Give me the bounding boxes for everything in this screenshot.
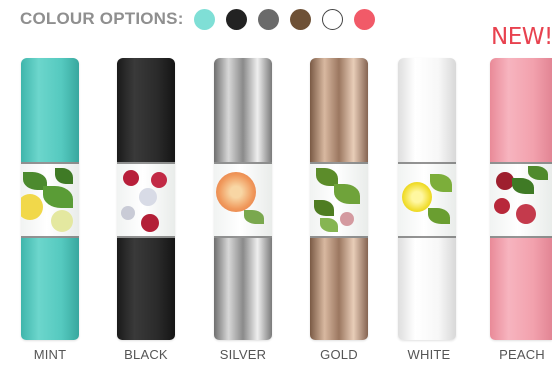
swatch-grey[interactable] (257, 8, 279, 30)
bottle-base (310, 238, 368, 340)
bottle-white[interactable] (398, 58, 456, 340)
swatch-pink[interactable] (353, 8, 375, 30)
bottle-peach[interactable] (490, 58, 552, 340)
caption-white: WHITE (407, 347, 451, 362)
bottle-cap (21, 58, 79, 162)
bottle-glass (310, 162, 368, 238)
bottle-glass (21, 162, 79, 238)
bottle-cap (398, 58, 456, 162)
bottle-black[interactable] (117, 58, 175, 340)
bottle-base (398, 238, 456, 340)
bottle-silver[interactable] (214, 58, 272, 340)
bottle-base (490, 238, 552, 340)
swatch-black[interactable] (225, 8, 247, 30)
new-badge: NEW! (491, 24, 552, 50)
swatch-brown[interactable] (289, 8, 311, 30)
bottle-cap (117, 58, 175, 162)
bottle-base (117, 238, 175, 340)
colour-options-label: COLOUR OPTIONS: (20, 9, 184, 28)
bottle-base (214, 238, 272, 340)
caption-silver: SILVER (219, 347, 267, 362)
caption-black: BLACK (124, 347, 168, 362)
bottle-cap (310, 58, 368, 162)
bottle-glass (490, 162, 552, 238)
bottle-glass (117, 162, 175, 238)
bottle-cap (214, 58, 272, 162)
bottle-cap (490, 58, 552, 162)
bottle-gold[interactable] (310, 58, 368, 340)
bottle-glass (214, 162, 272, 238)
bottle-base (21, 238, 79, 340)
caption-peach: PEACH (499, 347, 545, 362)
swatch-white[interactable] (321, 8, 343, 30)
colour-options-header: COLOUR OPTIONS: (20, 7, 378, 31)
bottle-mint[interactable] (21, 58, 79, 340)
swatch-mint[interactable] (193, 8, 215, 30)
caption-mint: MINT (33, 347, 67, 362)
bottle-glass (398, 162, 456, 238)
caption-gold: GOLD (320, 347, 358, 362)
